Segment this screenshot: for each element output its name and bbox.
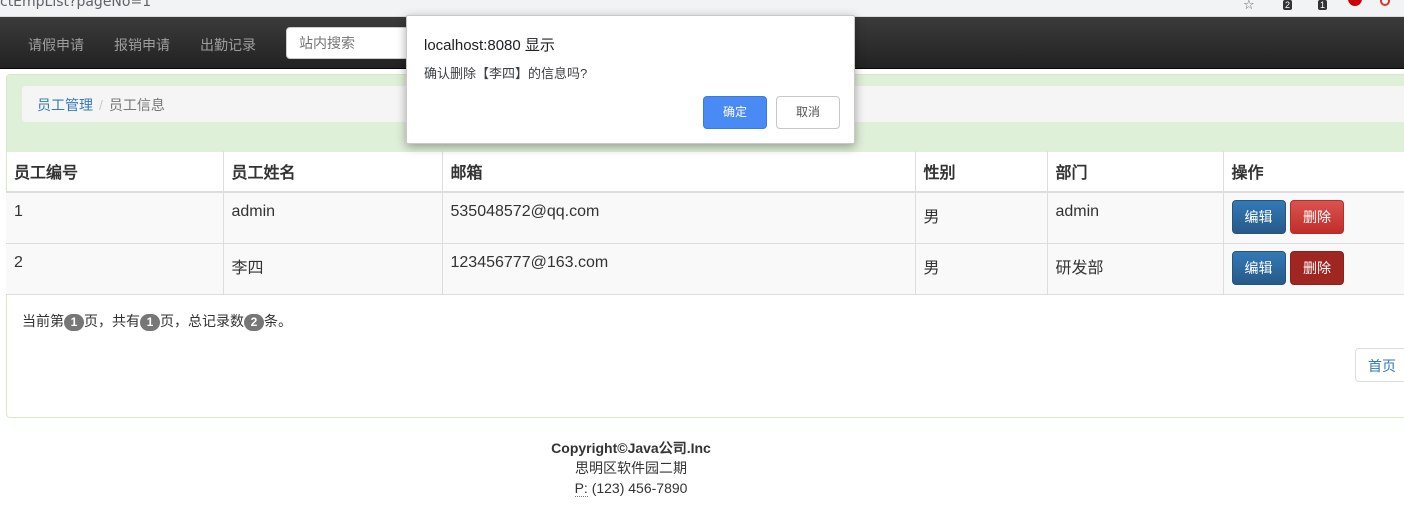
header-gender: 性别 <box>914 151 1048 193</box>
dialog-ok-button[interactable]: 确定 <box>703 96 767 129</box>
cell-department: 研发部 <box>1046 242 1224 295</box>
extension-badge: 1 <box>1318 0 1328 10</box>
extension-icon[interactable]: 2 <box>1283 0 1293 14</box>
dialog-message: 确认删除【李四】的信息吗? <box>424 66 588 81</box>
dialog-title: localhost:8080 显示 <box>424 37 555 54</box>
pagination-info: 当前第 1 页，共有 1 页，总记录数 2 条。 <box>22 311 292 331</box>
cell-actions: 编辑 删除 <box>1222 191 1404 244</box>
header-email: 邮箱 <box>441 151 916 193</box>
table-row: 1 admin 535048572@qq.com 男 admin 编辑 删除 <box>6 191 1404 244</box>
cell-gender: 男 <box>914 191 1048 244</box>
delete-button[interactable]: 删除 <box>1289 200 1344 234</box>
phone-number: (123) 456-7890 <box>591 480 688 496</box>
pager-text: 页，总记录数 <box>160 313 244 329</box>
first-page-button[interactable]: 首页 <box>1355 348 1404 382</box>
cell-employee-id: 1 <box>6 191 224 244</box>
cell-gender: 男 <box>914 242 1048 295</box>
cell-employee-name: admin <box>222 191 443 244</box>
page-footer: Copyright©Java公司.Inc 思明区软件园二期 P: (123) 4… <box>0 438 1262 498</box>
address-bar-text[interactable]: ctEmpList?pageNo=1 <box>0 0 151 10</box>
nav-attendance[interactable]: 出勤记录 <box>200 35 256 55</box>
bookmark-star-icon[interactable]: ☆ <box>1243 0 1255 12</box>
cell-employee-id: 2 <box>6 242 224 295</box>
table-row: 2 李四 123456777@163.com 男 研发部 编辑 删除 <box>6 242 1404 295</box>
breadcrumb-employee-management[interactable]: 员工管理 <box>37 97 93 113</box>
breadcrumb-current: 员工信息 <box>108 97 165 113</box>
total-records-badge: 2 <box>244 314 264 331</box>
header-employee-name: 员工姓名 <box>222 151 443 193</box>
cell-email: 123456777@163.com <box>441 242 916 295</box>
pager-text: 页，共有 <box>84 313 140 329</box>
extension-icon[interactable]: 1 <box>1318 0 1328 14</box>
site-search-input[interactable] <box>286 27 426 59</box>
current-page-badge: 1 <box>64 314 84 331</box>
extension-badge: 2 <box>1283 0 1293 10</box>
phone-line: P: (123) 456-7890 <box>0 478 1262 498</box>
cell-email: 535048572@qq.com <box>441 191 916 244</box>
edit-button[interactable]: 编辑 <box>1231 250 1286 285</box>
header-employee-id: 员工编号 <box>6 151 224 193</box>
phone-label: P: <box>574 480 588 497</box>
cell-employee-name: 李四 <box>222 242 443 295</box>
table-header-row: 员工编号 员工姓名 邮箱 性别 部门 操作 <box>6 151 1404 193</box>
dialog-cancel-button[interactable]: 取消 <box>776 96 840 129</box>
copyright-text: Copyright©Java公司.Inc <box>551 440 711 456</box>
cell-department: admin <box>1046 191 1224 244</box>
breadcrumb-separator: / <box>99 97 103 113</box>
confirm-delete-dialog: localhost:8080 显示 确认删除【李四】的信息吗? 确定 取消 <box>406 15 855 144</box>
header-actions: 操作 <box>1222 151 1404 193</box>
pager-text: 条。 <box>264 313 292 329</box>
address-text: 思明区软件园二期 <box>575 460 687 476</box>
extension-icon[interactable] <box>1348 0 1362 6</box>
nav-leave-request[interactable]: 请假申请 <box>28 35 84 55</box>
total-pages-badge: 1 <box>140 314 160 331</box>
edit-button[interactable]: 编辑 <box>1231 200 1286 234</box>
extension-icon[interactable] <box>1380 0 1390 6</box>
employee-table: 员工编号 员工姓名 邮箱 性别 部门 操作 1 admin 535048572@… <box>6 151 1404 295</box>
header-department: 部门 <box>1046 151 1224 193</box>
delete-button[interactable]: 删除 <box>1289 250 1344 285</box>
pager-text: 当前第 <box>22 313 64 329</box>
nav-reimbursement[interactable]: 报销申请 <box>114 35 170 55</box>
cell-actions: 编辑 删除 <box>1222 242 1404 295</box>
